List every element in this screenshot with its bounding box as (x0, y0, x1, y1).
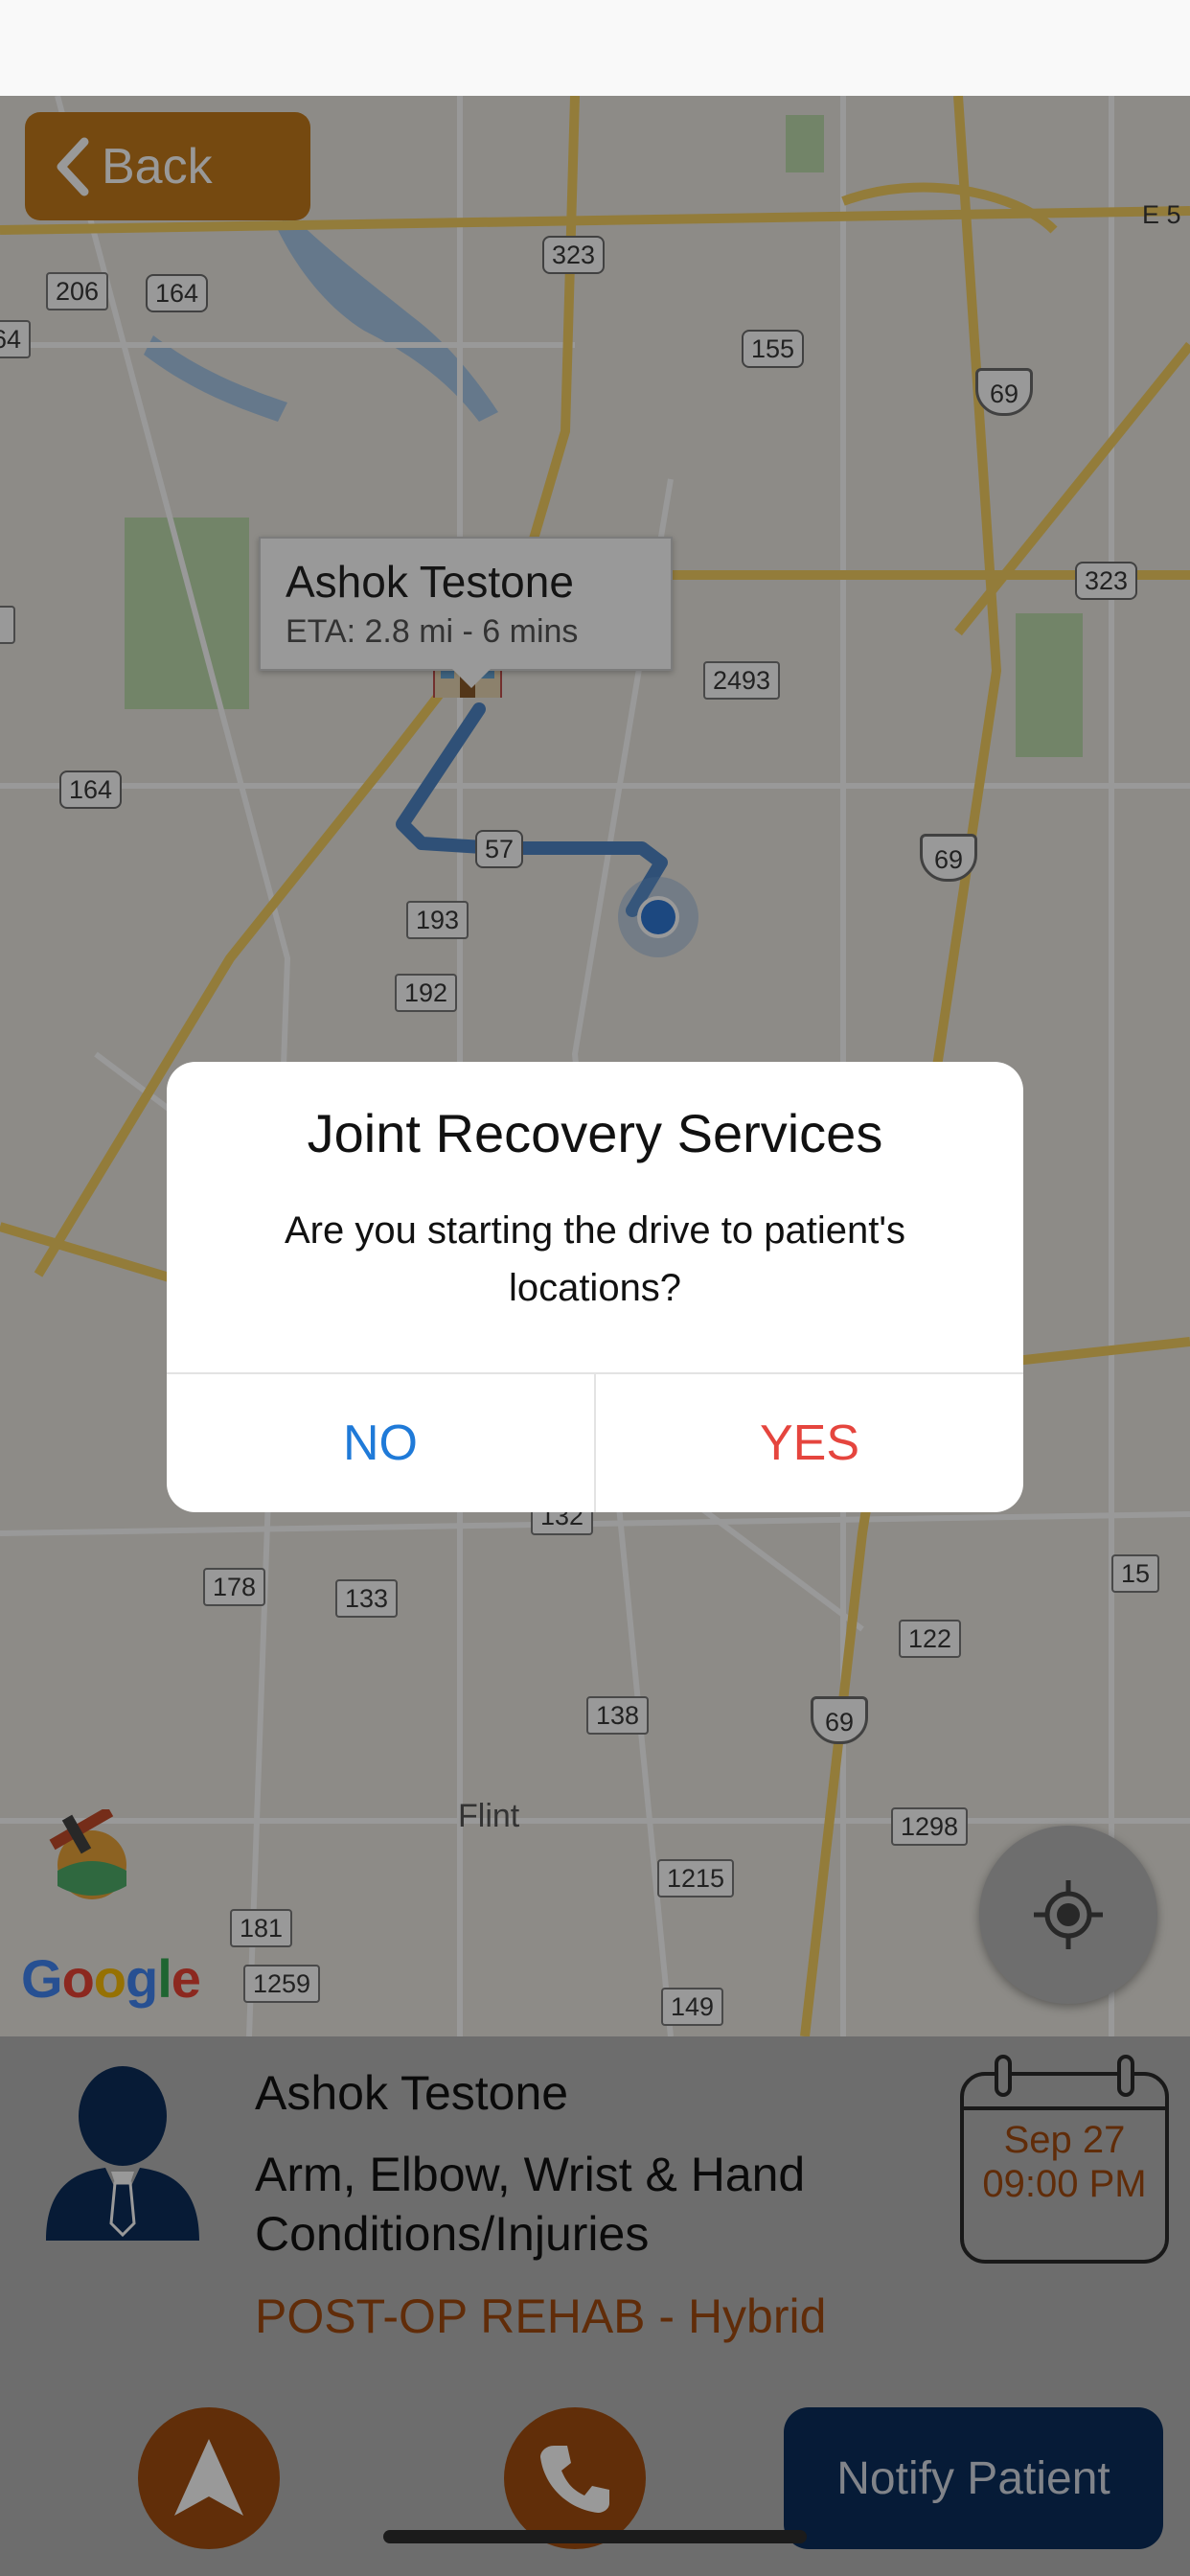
dialog-title: Joint Recovery Services (307, 1103, 883, 1163)
dialog-message: Are you starting the drive to patient's … (285, 1209, 905, 1309)
dialog-no-button[interactable]: NO (167, 1374, 594, 1512)
alert-dialog: Joint Recovery Services Are you starting… (167, 1062, 1023, 1512)
dialog-yes-button[interactable]: YES (596, 1374, 1023, 1512)
status-bar (0, 0, 1190, 96)
home-indicator[interactable] (383, 2530, 807, 2543)
